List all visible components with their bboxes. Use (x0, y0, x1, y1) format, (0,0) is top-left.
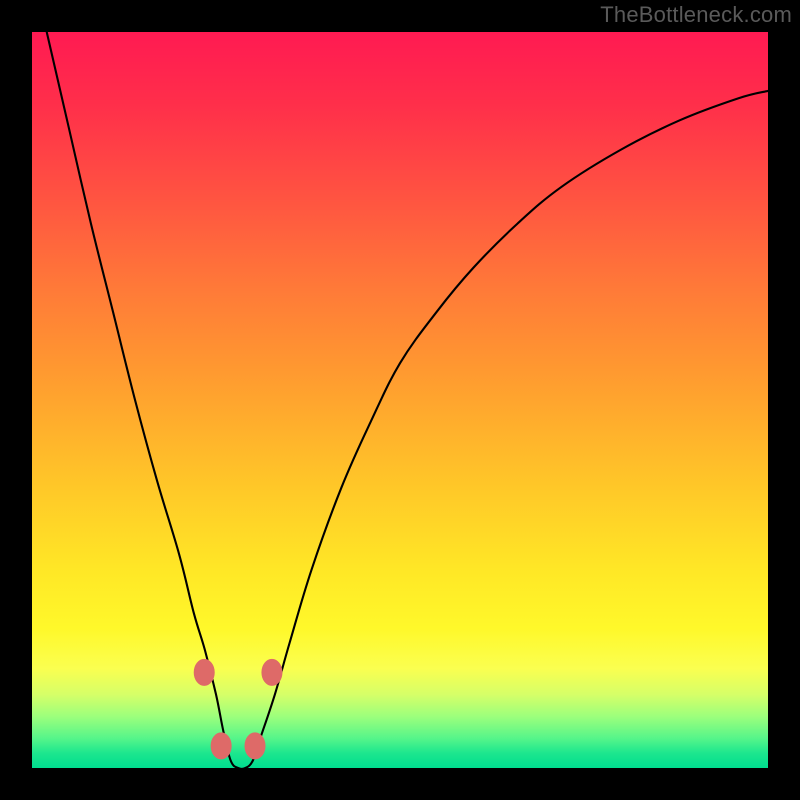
watermark-text: TheBottleneck.com (600, 2, 792, 28)
marker-right-lower (245, 733, 265, 759)
chart-frame: TheBottleneck.com (0, 0, 800, 800)
curve-path (47, 32, 768, 768)
marker-right-upper (262, 659, 282, 685)
plot-area (32, 32, 768, 768)
marker-left-upper (194, 659, 214, 685)
curve-markers (194, 659, 282, 759)
bottleneck-curve (32, 32, 768, 768)
marker-left-lower (211, 733, 231, 759)
